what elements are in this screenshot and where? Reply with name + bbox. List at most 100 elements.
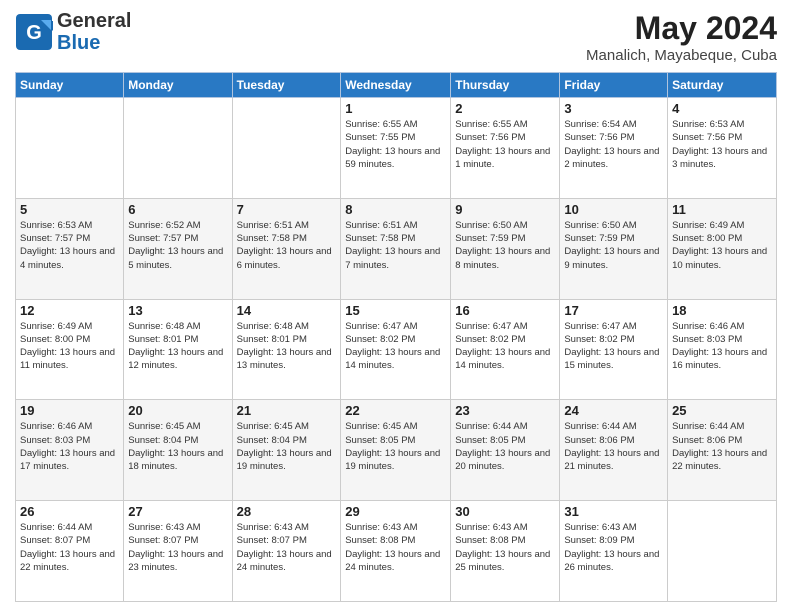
day-number: 14 bbox=[237, 303, 337, 318]
calendar-header-row: Sunday Monday Tuesday Wednesday Thursday… bbox=[16, 73, 777, 98]
day-number: 29 bbox=[345, 504, 446, 519]
col-friday: Friday bbox=[560, 73, 668, 98]
day-info: Sunrise: 6:46 AMSunset: 8:03 PMDaylight:… bbox=[20, 420, 119, 473]
col-sunday: Sunday bbox=[16, 73, 124, 98]
day-number: 22 bbox=[345, 403, 446, 418]
table-row bbox=[232, 98, 341, 199]
table-row: 30Sunrise: 6:43 AMSunset: 8:08 PMDayligh… bbox=[451, 501, 560, 602]
page: G General Blue May 2024 Manalich, Mayabe… bbox=[0, 0, 792, 612]
calendar-table: Sunday Monday Tuesday Wednesday Thursday… bbox=[15, 72, 777, 602]
day-number: 24 bbox=[564, 403, 663, 418]
day-info: Sunrise: 6:49 AMSunset: 8:00 PMDaylight:… bbox=[672, 219, 772, 272]
day-info: Sunrise: 6:50 AMSunset: 7:59 PMDaylight:… bbox=[455, 219, 555, 272]
table-row: 7 Sunrise: 6:51 AMSunset: 7:58 PMDaylight… bbox=[232, 198, 341, 299]
day-info: Sunrise: 6:48 AMSunset: 8:01 PMDaylight:… bbox=[128, 320, 227, 373]
day-number: 8 bbox=[345, 202, 446, 217]
day-info: Sunrise: 6:47 AMSunset: 8:02 PMDaylight:… bbox=[455, 320, 555, 373]
day-number: 31 bbox=[564, 504, 663, 519]
day-number: 16 bbox=[455, 303, 555, 318]
table-row bbox=[668, 501, 777, 602]
table-row: 8 Sunrise: 6:51 AMSunset: 7:58 PMDaylight… bbox=[341, 198, 451, 299]
month-title: May 2024 bbox=[586, 10, 777, 47]
table-row: 20Sunrise: 6:45 AMSunset: 8:04 PMDayligh… bbox=[124, 400, 232, 501]
col-tuesday: Tuesday bbox=[232, 73, 341, 98]
day-info: Sunrise: 6:44 AMSunset: 8:06 PMDaylight:… bbox=[564, 420, 663, 473]
table-row: 26Sunrise: 6:44 AMSunset: 8:07 PMDayligh… bbox=[16, 501, 124, 602]
svg-text:G: G bbox=[26, 22, 42, 44]
day-info: Sunrise: 6:45 AMSunset: 8:05 PMDaylight:… bbox=[345, 420, 446, 473]
table-row bbox=[124, 98, 232, 199]
col-saturday: Saturday bbox=[668, 73, 777, 98]
day-number: 10 bbox=[564, 202, 663, 217]
calendar-week-row: 1 Sunrise: 6:55 AMSunset: 7:55 PMDaylight… bbox=[16, 98, 777, 199]
table-row: 2Sunrise: 6:55 AMSunset: 7:56 PMDaylight… bbox=[451, 98, 560, 199]
calendar-week-row: 19Sunrise: 6:46 AMSunset: 8:03 PMDayligh… bbox=[16, 400, 777, 501]
day-info: Sunrise: 6:47 AMSunset: 8:02 PMDaylight:… bbox=[345, 320, 446, 373]
col-thursday: Thursday bbox=[451, 73, 560, 98]
day-number: 18 bbox=[672, 303, 772, 318]
day-info: Sunrise: 6:51 AMSunset: 7:58 PMDaylight:… bbox=[237, 219, 337, 272]
table-row: 17Sunrise: 6:47 AMSunset: 8:02 PMDayligh… bbox=[560, 299, 668, 400]
day-number: 9 bbox=[455, 202, 555, 217]
day-number: 13 bbox=[128, 303, 227, 318]
day-info: Sunrise: 6:44 AMSunset: 8:07 PMDaylight:… bbox=[20, 521, 119, 574]
day-info: Sunrise: 6:53 AMSunset: 7:57 PMDaylight:… bbox=[20, 219, 119, 272]
day-number: 15 bbox=[345, 303, 446, 318]
day-info: Sunrise: 6:50 AMSunset: 7:59 PMDaylight:… bbox=[564, 219, 663, 272]
day-number: 12 bbox=[20, 303, 119, 318]
calendar-week-row: 12 Sunrise: 6:49 AMSunset: 8:00 PMDayligh… bbox=[16, 299, 777, 400]
day-info: Sunrise: 6:43 AMSunset: 8:08 PMDaylight:… bbox=[345, 521, 446, 574]
day-number: 3 bbox=[564, 101, 663, 116]
table-row: 1 Sunrise: 6:55 AMSunset: 7:55 PMDaylight… bbox=[341, 98, 451, 199]
table-row: 27 Sunrise: 6:43 AMSunset: 8:07 PMDayligh… bbox=[124, 501, 232, 602]
table-row: 13 Sunrise: 6:48 AMSunset: 8:01 PMDayligh… bbox=[124, 299, 232, 400]
day-number: 1 bbox=[345, 101, 446, 116]
day-info: Sunrise: 6:43 AMSunset: 8:07 PMDaylight:… bbox=[237, 521, 337, 574]
table-row: 24 Sunrise: 6:44 AMSunset: 8:06 PMDayligh… bbox=[560, 400, 668, 501]
day-info: Sunrise: 6:51 AMSunset: 7:58 PMDaylight:… bbox=[345, 219, 446, 272]
table-row bbox=[16, 98, 124, 199]
day-info: Sunrise: 6:52 AMSunset: 7:57 PMDaylight:… bbox=[128, 219, 227, 272]
day-info: Sunrise: 6:45 AMSunset: 8:04 PMDaylight:… bbox=[128, 420, 227, 473]
table-row: 9 Sunrise: 6:50 AMSunset: 7:59 PMDaylight… bbox=[451, 198, 560, 299]
table-row: 22 Sunrise: 6:45 AMSunset: 8:05 PMDayligh… bbox=[341, 400, 451, 501]
title-block: May 2024 Manalich, Mayabeque, Cuba bbox=[586, 10, 777, 64]
logo-blue: Blue bbox=[57, 32, 100, 54]
table-row: 10 Sunrise: 6:50 AMSunset: 7:59 PMDayligh… bbox=[560, 198, 668, 299]
day-info: Sunrise: 6:43 AMSunset: 8:09 PMDaylight:… bbox=[564, 521, 663, 574]
table-row: 28 Sunrise: 6:43 AMSunset: 8:07 PMDayligh… bbox=[232, 501, 341, 602]
day-info: Sunrise: 6:49 AMSunset: 8:00 PMDaylight:… bbox=[20, 320, 119, 373]
calendar-week-row: 26Sunrise: 6:44 AMSunset: 8:07 PMDayligh… bbox=[16, 501, 777, 602]
day-info: Sunrise: 6:53 AMSunset: 7:56 PMDaylight:… bbox=[672, 118, 772, 171]
location-title: Manalich, Mayabeque, Cuba bbox=[586, 47, 777, 64]
table-row: 31 Sunrise: 6:43 AMSunset: 8:09 PMDayligh… bbox=[560, 501, 668, 602]
day-info: Sunrise: 6:45 AMSunset: 8:04 PMDaylight:… bbox=[237, 420, 337, 473]
day-info: Sunrise: 6:44 AMSunset: 8:05 PMDaylight:… bbox=[455, 420, 555, 473]
day-number: 23 bbox=[455, 403, 555, 418]
col-monday: Monday bbox=[124, 73, 232, 98]
day-number: 6 bbox=[128, 202, 227, 217]
day-number: 4 bbox=[672, 101, 772, 116]
col-wednesday: Wednesday bbox=[341, 73, 451, 98]
day-number: 28 bbox=[237, 504, 337, 519]
day-number: 27 bbox=[128, 504, 227, 519]
calendar-week-row: 5 Sunrise: 6:53 AMSunset: 7:57 PMDaylight… bbox=[16, 198, 777, 299]
table-row: 21Sunrise: 6:45 AMSunset: 8:04 PMDayligh… bbox=[232, 400, 341, 501]
logo-general: General bbox=[57, 10, 131, 32]
day-info: Sunrise: 6:54 AMSunset: 7:56 PMDaylight:… bbox=[564, 118, 663, 171]
day-info: Sunrise: 6:43 AMSunset: 8:07 PMDaylight:… bbox=[128, 521, 227, 574]
header: G General Blue May 2024 Manalich, Mayabe… bbox=[15, 10, 777, 64]
day-info: Sunrise: 6:55 AMSunset: 7:55 PMDaylight:… bbox=[345, 118, 446, 171]
day-number: 25 bbox=[672, 403, 772, 418]
logo: G General Blue bbox=[15, 10, 131, 54]
table-row: 25Sunrise: 6:44 AMSunset: 8:06 PMDayligh… bbox=[668, 400, 777, 501]
day-info: Sunrise: 6:46 AMSunset: 8:03 PMDaylight:… bbox=[672, 320, 772, 373]
day-info: Sunrise: 6:47 AMSunset: 8:02 PMDaylight:… bbox=[564, 320, 663, 373]
day-number: 30 bbox=[455, 504, 555, 519]
table-row: 3 Sunrise: 6:54 AMSunset: 7:56 PMDaylight… bbox=[560, 98, 668, 199]
day-number: 5 bbox=[20, 202, 119, 217]
logo-icon: G bbox=[15, 13, 53, 51]
table-row: 16 Sunrise: 6:47 AMSunset: 8:02 PMDayligh… bbox=[451, 299, 560, 400]
day-number: 7 bbox=[237, 202, 337, 217]
table-row: 12 Sunrise: 6:49 AMSunset: 8:00 PMDayligh… bbox=[16, 299, 124, 400]
